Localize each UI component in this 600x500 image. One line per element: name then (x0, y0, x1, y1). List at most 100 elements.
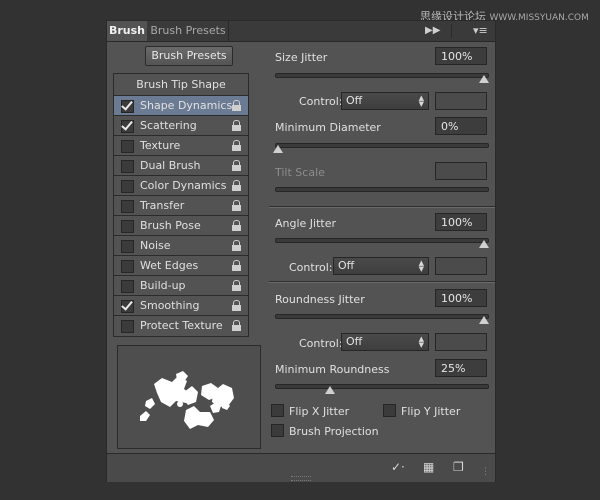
tab-brush[interactable]: Brush (107, 21, 147, 41)
brush-tip-shape-item[interactable]: Brush Tip Shape (114, 74, 248, 95)
brush-option-item[interactable]: Texture (114, 136, 248, 156)
angle-jitter-value[interactable]: 100% (435, 213, 487, 231)
brush-option-checkbox[interactable] (121, 120, 134, 133)
brush-option-checkbox[interactable] (121, 200, 134, 213)
lock-icon[interactable] (232, 160, 241, 171)
minimum-diameter-label: Minimum Diameter (275, 121, 381, 134)
updown-arrow-icon: ▲ ▼ (418, 335, 424, 349)
tilt-scale-label: Tilt Scale (275, 166, 325, 179)
flip-x-jitter-checkbox[interactable] (271, 404, 284, 417)
tab-divider (451, 24, 452, 38)
brush-toggle-icon[interactable]: ✓⋅ (391, 461, 405, 473)
brush-option-label: Protect Texture (140, 319, 223, 332)
roundness-jitter-slider-thumb[interactable] (479, 316, 489, 324)
brush-option-checkbox[interactable] (121, 260, 134, 273)
lock-icon[interactable] (232, 220, 241, 231)
brush-option-item[interactable]: Protect Texture (114, 316, 248, 336)
brush-option-item[interactable]: Brush Pose (114, 216, 248, 236)
stroke-preview-image (140, 371, 234, 429)
minimum-diameter-slider[interactable] (275, 143, 489, 148)
grid-icon[interactable]: ▦ (423, 461, 434, 473)
brush-panel: Brush Brush Presets ▶▶ ▾≡ Brush Presets … (106, 20, 496, 482)
minimum-diameter-value[interactable]: 0% (435, 117, 487, 135)
control-select-1[interactable]: Off ▲ ▼ (341, 92, 429, 110)
tab-bar: Brush Brush Presets ▶▶ ▾≡ (107, 21, 495, 42)
size-jitter-slider[interactable] (275, 73, 489, 78)
brush-option-checkbox[interactable] (121, 320, 134, 333)
resize-grip-icon[interactable]: ⋮ (481, 466, 490, 478)
size-jitter-label: Size Jitter (275, 51, 328, 64)
angle-jitter-slider-thumb[interactable] (479, 240, 489, 248)
brush-option-item[interactable]: Wet Edges (114, 256, 248, 276)
brush-option-label: Brush Pose (140, 219, 201, 232)
flip-y-jitter-label: Flip Y Jitter (401, 405, 461, 418)
flip-x-jitter-label: Flip X Jitter (289, 405, 350, 418)
lock-icon[interactable] (232, 320, 241, 331)
lock-icon[interactable] (232, 120, 241, 131)
control-label-2: Control: (289, 261, 333, 274)
brush-option-checkbox[interactable] (121, 100, 134, 113)
lock-icon[interactable] (232, 280, 241, 291)
lock-icon[interactable] (232, 240, 241, 251)
brush-option-checkbox[interactable] (121, 280, 134, 293)
brush-projection-checkbox[interactable] (271, 424, 284, 437)
brush-option-item[interactable]: Transfer (114, 196, 248, 216)
brush-option-label: Wet Edges (140, 259, 199, 272)
roundness-jitter-value[interactable]: 100% (435, 289, 487, 307)
roundness-jitter-slider[interactable] (275, 314, 489, 319)
brush-option-checkbox[interactable] (121, 220, 134, 233)
lock-icon[interactable] (232, 100, 241, 111)
brush-option-checkbox[interactable] (121, 140, 134, 153)
lock-icon[interactable] (232, 180, 241, 191)
brush-option-label: Texture (140, 139, 181, 152)
control-label-1: Control: (299, 95, 343, 108)
minimum-roundness-slider-thumb[interactable] (324, 386, 335, 394)
brush-option-label: Shape Dynamics (140, 99, 233, 112)
brush-option-label: Build-up (140, 279, 186, 292)
brush-option-label: Dual Brush (140, 159, 201, 172)
minimum-roundness-value[interactable]: 25% (435, 359, 487, 377)
angle-jitter-slider[interactable] (275, 238, 489, 243)
control-select-2[interactable]: Off ▲ ▼ (333, 257, 429, 275)
new-preset-icon[interactable]: ❐ (453, 461, 464, 473)
lock-icon[interactable] (232, 260, 241, 271)
panel-menu-icon[interactable]: ▾≡ (473, 21, 488, 41)
minimum-roundness-label: Minimum Roundness (275, 363, 390, 376)
angle-jitter-label: Angle Jitter (275, 217, 337, 230)
brush-option-label: Noise (140, 239, 171, 252)
watermark-url: WWW.MISSYUAN.COM (489, 13, 589, 23)
brush-option-item[interactable]: Scattering (114, 116, 248, 136)
brush-option-label: Transfer (140, 199, 185, 212)
brush-option-checkbox[interactable] (121, 240, 134, 253)
brush-options-list: Brush Tip Shape Shape Dynamics Scattering… (113, 73, 249, 337)
minimum-roundness-slider[interactable] (275, 384, 489, 389)
lock-icon[interactable] (232, 200, 241, 211)
control-extra-field-3 (435, 333, 487, 351)
section-divider (269, 206, 495, 208)
brush-option-checkbox[interactable] (121, 300, 134, 313)
control-select-3[interactable]: Off ▲ ▼ (341, 333, 429, 351)
minimum-diameter-slider-thumb[interactable] (273, 145, 283, 153)
brush-option-item[interactable]: Shape Dynamics (114, 96, 248, 116)
size-jitter-slider-thumb[interactable] (479, 75, 489, 83)
control-label-3: Control: (299, 337, 343, 350)
brush-stroke-preview (117, 345, 261, 449)
panel-drag-grip[interactable] (291, 476, 311, 481)
brush-option-item[interactable]: Smoothing (114, 296, 248, 316)
tab-brush-presets[interactable]: Brush Presets (148, 21, 229, 41)
brush-option-item[interactable]: Dual Brush (114, 156, 248, 176)
brush-option-item[interactable]: Color Dynamics (114, 176, 248, 196)
brush-option-item[interactable]: Noise (114, 236, 248, 256)
control-extra-field-2 (435, 257, 487, 275)
lock-icon[interactable] (232, 300, 241, 311)
brush-option-label: Color Dynamics (140, 179, 227, 192)
size-jitter-value[interactable]: 100% (435, 47, 487, 65)
brush-option-item[interactable]: Build-up (114, 276, 248, 296)
brush-option-checkbox[interactable] (121, 180, 134, 193)
fast-forward-icon[interactable]: ▶▶ (425, 21, 440, 41)
lock-icon[interactable] (232, 140, 241, 151)
flip-y-jitter-checkbox[interactable] (383, 404, 396, 417)
tilt-scale-field (435, 162, 487, 180)
brush-presets-button[interactable]: Brush Presets (145, 46, 233, 66)
brush-option-checkbox[interactable] (121, 160, 134, 173)
